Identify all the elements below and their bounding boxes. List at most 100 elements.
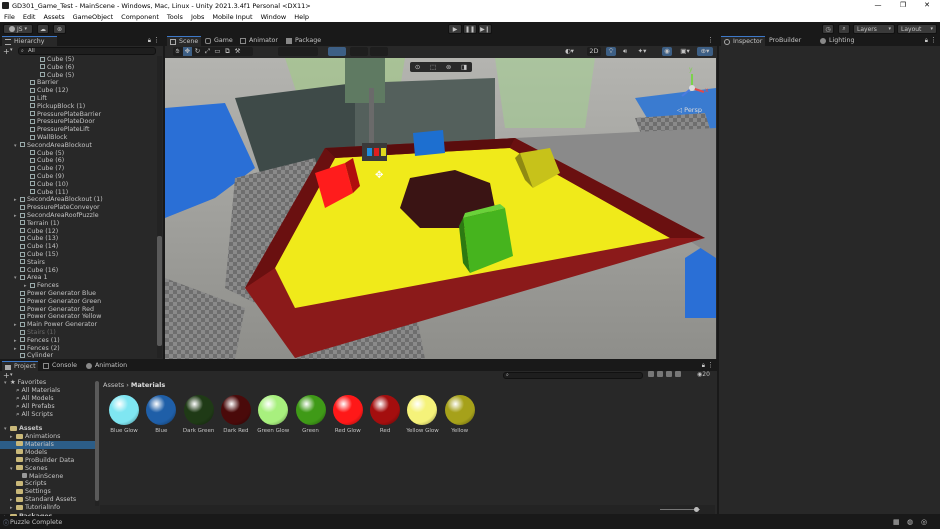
scale-tool-icon[interactable]: ⤢ [203,47,212,56]
notification-icon[interactable]: ◎ [921,518,927,526]
tab-lighting[interactable]: Lighting [817,36,861,46]
hierarchy-item[interactable]: Cube (12) [24,87,68,95]
collab-button[interactable]: ⊛ [53,24,66,34]
menu-edit[interactable]: Edit [19,13,40,21]
pause-button[interactable]: ❚❚ [463,24,477,34]
hierarchy-item[interactable]: Cube (5) [24,150,64,158]
rect-tool-icon[interactable]: ▭ [213,47,222,56]
gizmos-dropdown[interactable]: ⊕▾ [697,47,713,56]
rotate-tool-icon[interactable]: ↻ [193,47,202,56]
bug-icon[interactable]: ▦ [893,518,900,526]
hierarchy-item[interactable]: PressurePlateDoor [24,118,95,126]
account-dropdown[interactable]: JS ▾ [3,24,33,34]
tab-hierarchy[interactable]: Hierarchy [2,36,57,46]
hierarchy-item[interactable]: Power Generator Red [14,306,94,314]
menu-jobs[interactable]: Jobs [187,13,208,21]
hierarchy-item[interactable]: Power Generator Blue [14,290,96,298]
chevron-down-icon[interactable]: ▾ [10,47,13,53]
fav-item[interactable]: ⌕ All Models [16,395,54,403]
favorites-header[interactable]: ▾ ★ Favorites [4,379,46,387]
cloud-button[interactable]: ☁ [37,24,49,34]
hierarchy-search-input[interactable]: ⌕ All [18,47,156,55]
hierarchy-item[interactable]: Cube (10) [24,181,68,189]
project-tree-scrollbar[interactable] [95,381,99,506]
probuilder-tool-icon[interactable]: ◨ [461,63,467,71]
hierarchy-item[interactable]: Terrain (1) [14,220,59,228]
transform-tool-icon[interactable]: ⧉ [223,47,232,56]
fav-item[interactable]: ⌕ All Prefabs [16,403,55,411]
tab-scene[interactable]: Scene [167,36,201,46]
tab-package-manager[interactable]: Package Manager [283,36,353,54]
custom-tool-icon[interactable]: ⚒ [233,47,242,56]
shading-mode-dropdown[interactable]: ◐▾ [565,47,583,56]
hierarchy-item[interactable]: ▸ Fences (2) [14,345,60,353]
maximize-button[interactable]: ❐ [892,0,914,11]
frame-tool-icon[interactable]: ⬚ [430,63,436,71]
tab-inspector[interactable]: Inspector [721,36,765,46]
hierarchy-item[interactable]: Lift [24,95,47,103]
hierarchy-item[interactable]: ▸ Main Power Generator [14,321,97,329]
hierarchy-item[interactable]: Cube (11) [24,189,68,197]
hierarchy-item[interactable]: Cube (6) [24,157,64,165]
asset-folder-item[interactable]: Materials [0,440,95,449]
menu-tools[interactable]: Tools [163,13,187,21]
breadcrumb-materials[interactable]: Materials [131,381,165,389]
hierarchy-item[interactable]: ▸ Fences [24,282,59,290]
more-menu-icon[interactable]: ⋮ [707,361,714,369]
minimize-button[interactable]: — [867,0,889,11]
tab-project[interactable]: Project [2,361,38,371]
material-asset[interactable]: Green [295,395,327,434]
asset-folder-item[interactable]: ▸ Animations [0,433,95,441]
hierarchy-item[interactable]: Cube (14) [14,243,58,251]
progress-icon[interactable]: ◍ [907,518,913,526]
menu-file[interactable]: File [0,13,19,21]
scrollbar-thumb[interactable] [157,236,162,346]
lock-icon[interactable]: 🔒︎ [925,37,928,45]
fav-item[interactable]: ⌕ All Scripts [16,411,53,419]
menu-component[interactable]: Component [117,13,163,21]
asset-folder-item[interactable]: Settings [0,488,95,496]
hierarchy-item[interactable]: Stairs (1) [14,329,56,337]
menu-gameobject[interactable]: GameObject [69,13,118,21]
add-button[interactable]: + [3,47,10,56]
snap-increment[interactable] [370,47,388,56]
hierarchy-item[interactable]: Cylinder [14,352,53,358]
menu-mobile-input[interactable]: Mobile Input [208,13,256,21]
pivot-toggle[interactable] [278,47,318,56]
fav-item[interactable]: ⌕ All Materials [16,387,60,395]
project-search-input[interactable]: ⌕ [503,372,643,379]
hierarchy-item[interactable]: ▸ SecondAreaBlockout (1) [14,196,103,204]
hierarchy-item[interactable]: Cube (16) [14,267,58,275]
lock-icon[interactable]: 🔒︎ [148,37,151,45]
asset-folder-item[interactable]: ProBuilder Data [0,457,95,465]
center-tool-icon[interactable]: ⊙ [415,63,420,71]
hierarchy-item[interactable]: ▾ Area 1 [14,274,48,282]
play-button[interactable]: ▶ [448,24,462,34]
material-asset[interactable]: Dark Red [220,395,252,434]
menu-assets[interactable]: Assets [39,13,68,21]
material-asset[interactable]: Green Glow [257,395,289,434]
layout-dropdown[interactable]: Layout ▾ [897,24,937,34]
grid-snap-toggle[interactable] [328,47,346,56]
hierarchy-item[interactable]: ▸ SecondAreaRoofPuzzle [14,212,99,220]
step-button[interactable]: ▶❙ [478,24,492,34]
pivot-tool-icon[interactable]: ⊚ [446,63,451,71]
hierarchy-item[interactable]: Cube (6) [34,64,74,72]
hand-tool-icon[interactable]: ✋︎ [173,47,182,56]
filter-type-icon[interactable] [648,371,654,377]
hidden-packages-icon[interactable] [675,371,681,377]
hierarchy-item[interactable]: WallBlock [24,134,67,142]
material-asset[interactable]: Yellow Glow [406,395,439,434]
tab-animator[interactable]: Animator [237,36,281,46]
hierarchy-item[interactable]: Power Generator Green [14,298,101,306]
tab-game[interactable]: Game [202,36,236,46]
hierarchy-item[interactable]: PickupBlock (1) [24,103,85,111]
visibility-toggle[interactable]: ◉ [662,47,672,56]
effects-toggle[interactable]: ✦▾ [635,47,649,56]
2d-toggle[interactable]: 2D [587,47,601,56]
hierarchy-item[interactable]: Cube (13) [14,235,58,243]
filter-label-icon[interactable] [657,371,663,377]
hierarchy-item[interactable]: Cube (7) [24,165,64,173]
material-asset[interactable]: Blue Glow [108,395,140,434]
more-menu-icon[interactable]: ⋮ [707,36,714,44]
